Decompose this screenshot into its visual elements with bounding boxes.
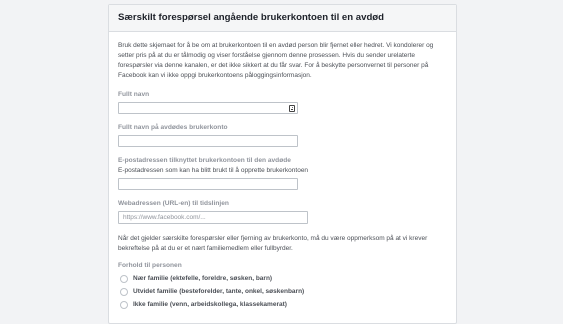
email-label: E-postadressen tilknyttet brukerkontoen … — [118, 157, 291, 164]
email-sublabel: E-postadressen som kan ha blitt brukt ti… — [118, 167, 309, 174]
deceased-name-input[interactable] — [118, 135, 298, 147]
radio-button[interactable] — [120, 274, 128, 283]
radio-label: Utvidet familie (besteforelder, tante, o… — [133, 288, 305, 295]
intro-text: Bruk dette skjemaet for å be om at bruke… — [118, 42, 434, 79]
radio-option-close-family[interactable]: Nær familie (ektefelle, foreldre, søsken… — [118, 274, 447, 283]
radio-option-extended-family[interactable]: Utvidet familie (besteforelder, tante, o… — [118, 287, 447, 296]
radio-label: Ikke familie (venn, arbeidskollega, klas… — [133, 301, 287, 308]
card-header: Særskilt forespørsel angående brukerkont… — [109, 5, 456, 32]
relationship-label: Forhold til personen — [118, 262, 182, 269]
radio-button[interactable] — [120, 300, 128, 309]
url-label: Webadressen (URL-en) til tidslinjen — [118, 200, 229, 207]
url-placeholder: https://www.facebook.com/... — [123, 213, 206, 221]
verification-note: Når det gjelder særskilte forespørsler e… — [118, 235, 428, 252]
radio-label: Nær familie (ektefelle, foreldre, søsken… — [133, 275, 273, 282]
contact-card-icon[interactable] — [289, 104, 295, 112]
form-card: Særskilt forespørsel angående brukerkont… — [108, 4, 457, 324]
radio-button[interactable] — [120, 287, 128, 296]
email-input[interactable] — [118, 178, 298, 190]
page-title: Særskilt forespørsel angående brukerkont… — [118, 12, 385, 23]
card-body: Bruk dette skjemaet for å be om at bruke… — [109, 32, 456, 309]
deceased-name-label: Fullt navn på avdødes brukerkonto — [118, 124, 228, 131]
full-name-input[interactable] — [118, 102, 298, 114]
radio-option-not-family[interactable]: Ikke familie (venn, arbeidskollega, klas… — [118, 300, 447, 309]
url-input[interactable]: https://www.facebook.com/... — [118, 211, 308, 224]
full-name-label: Fullt navn — [118, 91, 150, 98]
